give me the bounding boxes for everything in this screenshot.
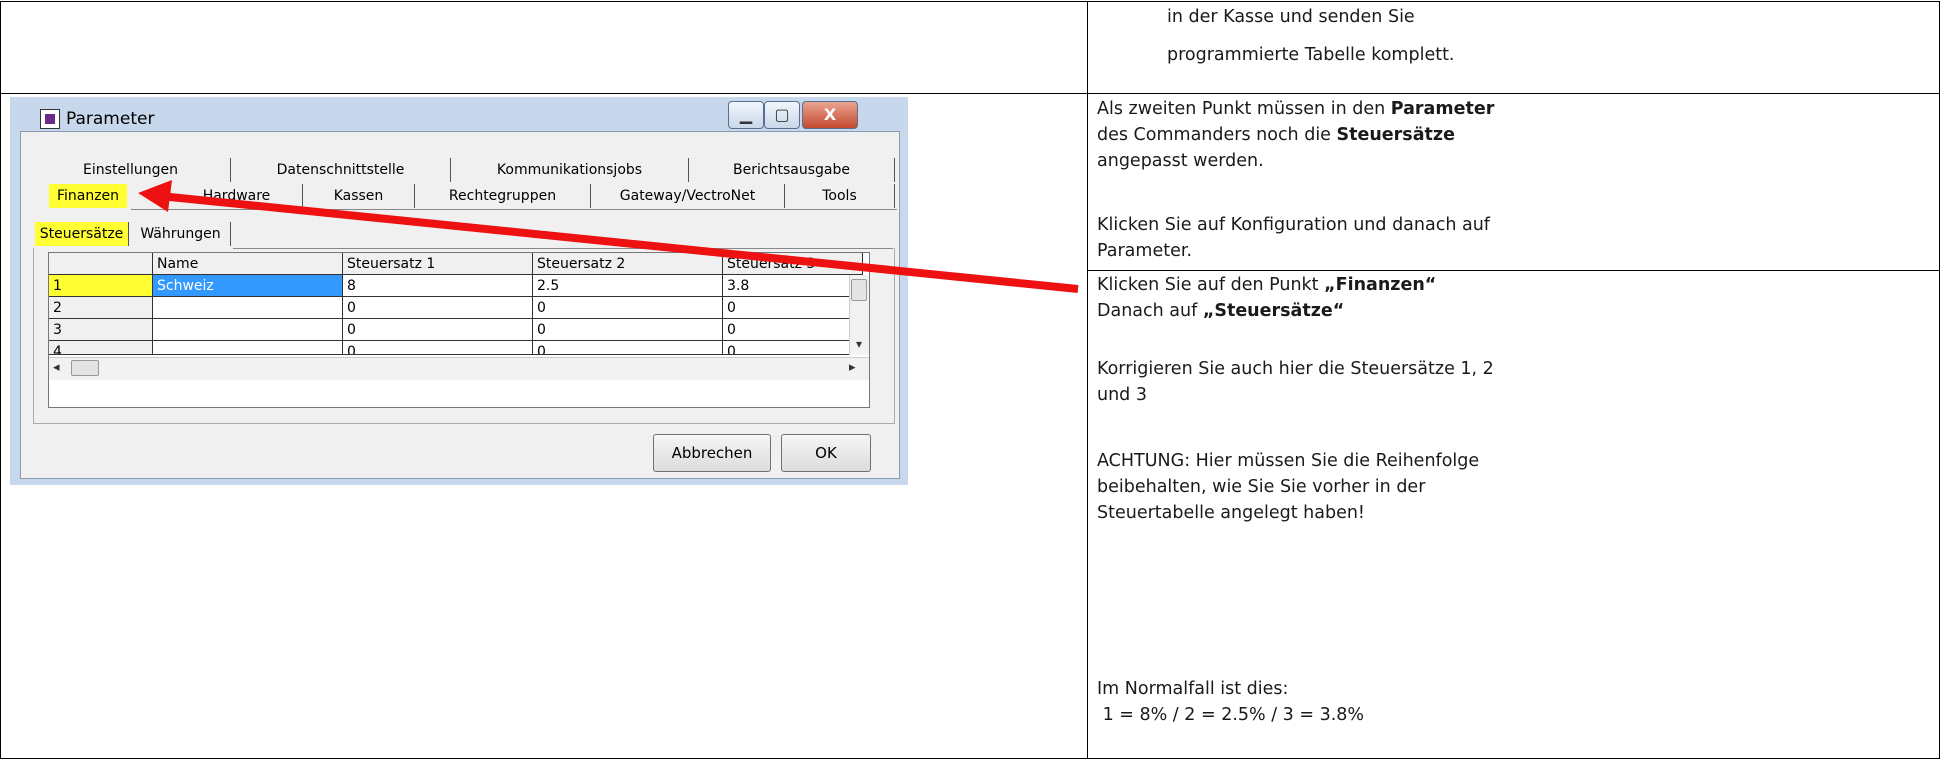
arrow-head [138,180,172,212]
annotation-arrow [138,180,1079,293]
arrow-shaft [159,192,1079,293]
